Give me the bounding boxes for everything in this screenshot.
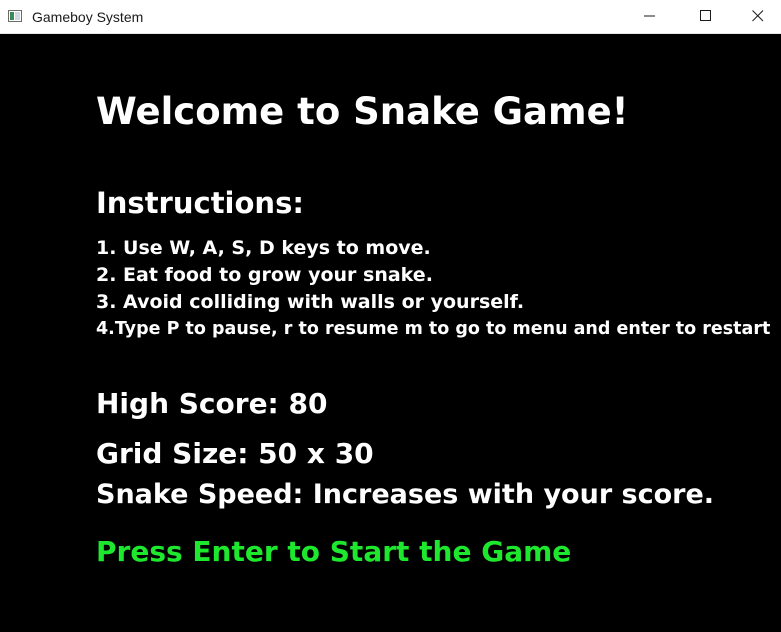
instruction-item: 3. Avoid colliding with walls or yoursel… — [96, 291, 525, 313]
grid-size: Grid Size: 50 x 30 — [96, 437, 374, 470]
instruction-item: 2. Eat food to grow your snake. — [96, 264, 433, 286]
instruction-item: 1. Use W, A, S, D keys to move. — [96, 237, 431, 259]
minimize-icon — [644, 15, 655, 17]
welcome-title: Welcome to Snake Game! — [96, 90, 629, 133]
minimize-button[interactable] — [627, 0, 673, 33]
instructions-heading: Instructions: — [96, 186, 304, 220]
maximize-icon — [700, 10, 711, 21]
maximize-button[interactable] — [683, 0, 729, 33]
snake-speed: Snake Speed: Increases with your score. — [96, 479, 715, 510]
app-icon — [8, 10, 22, 22]
start-prompt: Press Enter to Start the Game — [96, 535, 572, 568]
high-score: High Score: 80 — [96, 387, 328, 420]
close-button[interactable] — [735, 0, 781, 33]
instruction-item: 4.Type P to pause, r to resume m to go t… — [96, 319, 771, 339]
window-title: Gameboy System — [32, 9, 144, 25]
close-icon — [752, 10, 764, 22]
title-bar: Gameboy System — [0, 0, 781, 34]
game-canvas[interactable]: Welcome to Snake Game! Instructions: 1. … — [0, 35, 781, 632]
